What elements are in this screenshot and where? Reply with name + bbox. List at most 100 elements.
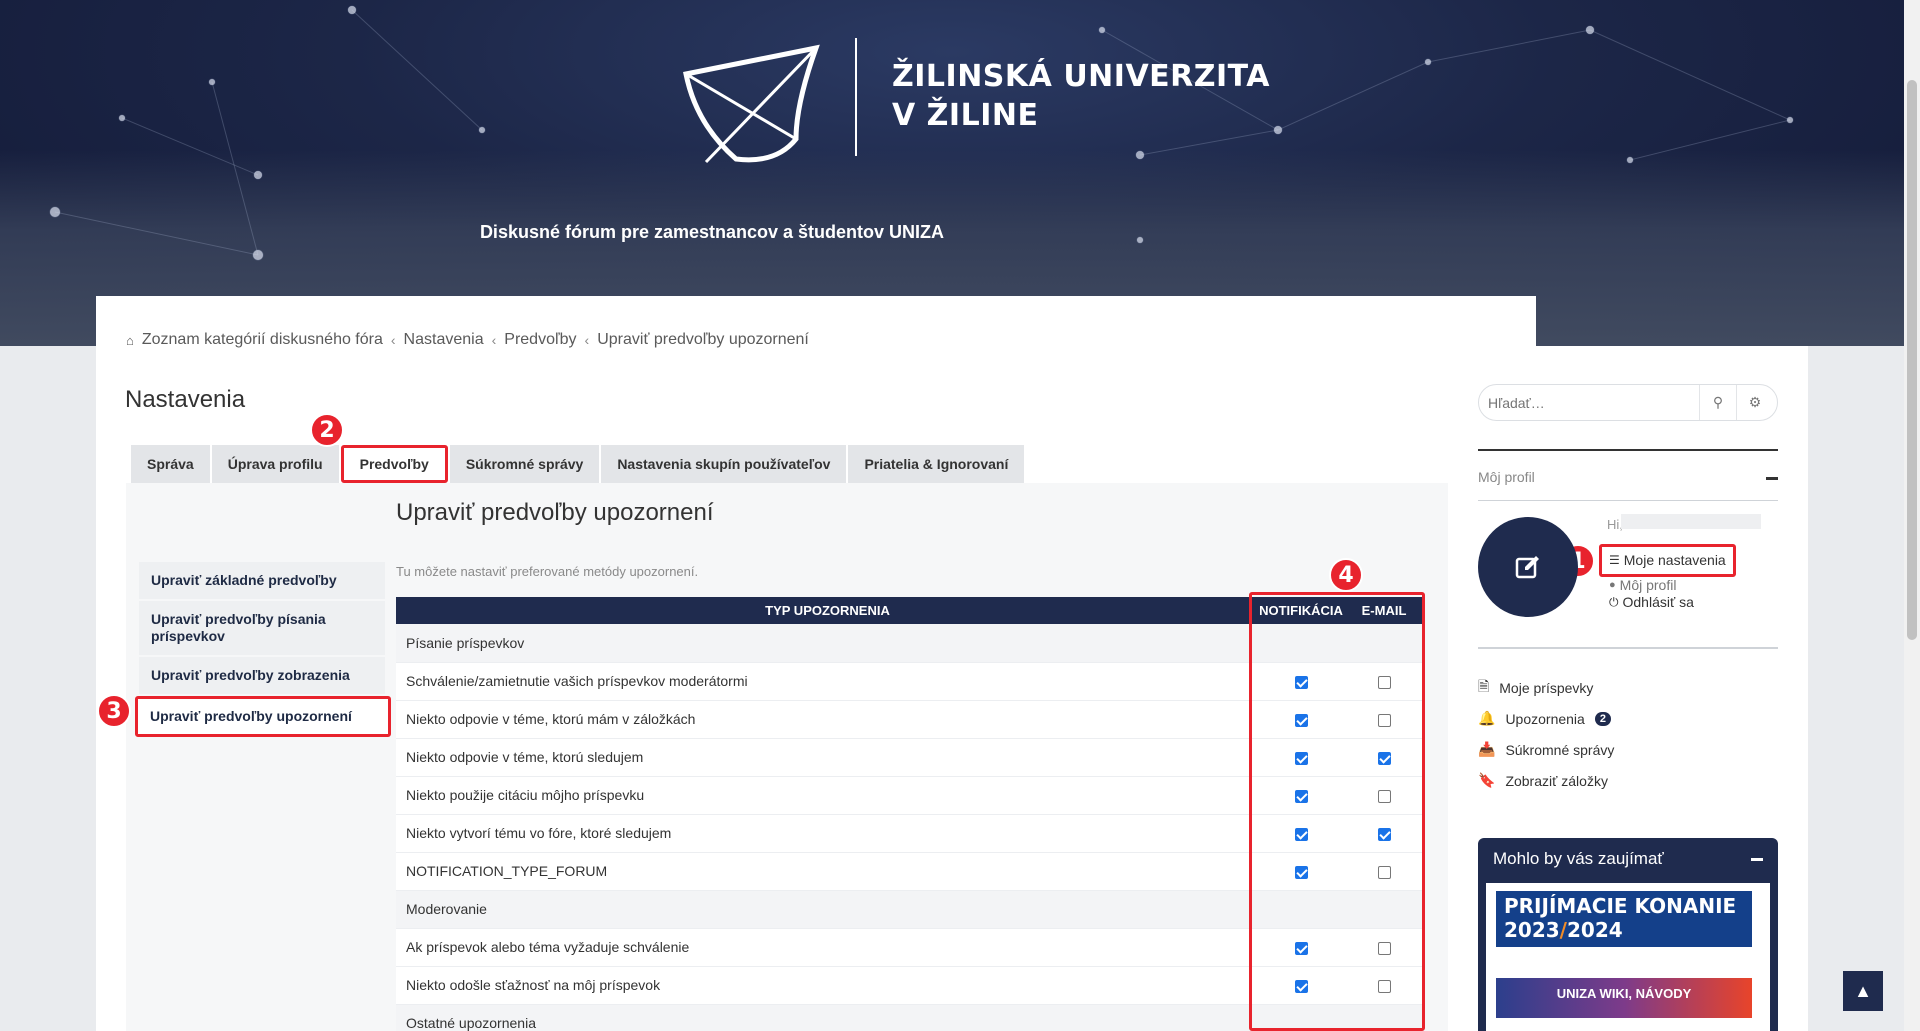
university-name-line2: V ŽILINE: [892, 98, 1039, 133]
tab-sprava[interactable]: Správa: [131, 445, 210, 483]
page-title: Nastavenia: [125, 386, 246, 413]
interest-header[interactable]: Mohlo by vás zaujímať: [1478, 838, 1778, 880]
notification-checkbox[interactable]: [1294, 675, 1308, 689]
menu-item-posting[interactable]: Upraviť predvoľby písania príspevkov: [139, 601, 385, 655]
email-checkbox[interactable]: [1377, 675, 1391, 689]
notification-checkbox[interactable]: [1294, 751, 1308, 765]
logo-divider: [855, 38, 857, 156]
notification-checkbox[interactable]: [1294, 827, 1308, 841]
username-redacted: [1621, 514, 1761, 529]
my-settings-link[interactable]: ☰ Moje nastavenia: [1599, 544, 1736, 577]
bookmarks-label: Zobraziť záložky: [1505, 772, 1608, 789]
interest-widget: Mohlo by vás zaujímať PRIJÍMACIE KONANIE…: [1478, 838, 1778, 1031]
notification-checkbox[interactable]: [1294, 713, 1308, 727]
notification-type-label: NOTIFICATION_TYPE_FORUM: [396, 852, 1259, 891]
table-row: Schválenie/zamietnutie vašich príspevkov…: [396, 662, 1425, 701]
email-cell: [1343, 624, 1425, 663]
breadcrumb-item-settings[interactable]: Nastavenia: [404, 331, 484, 349]
bookmarks-link[interactable]: 🔖 Zobraziť záložky: [1478, 765, 1614, 796]
my-profile-header[interactable]: Môj profil: [1478, 449, 1778, 485]
notification-type-label: Niekto odpovie v téme, ktorú mám v zálož…: [396, 700, 1259, 739]
notification-type-label: Ak príspevok alebo téma vyžaduje schvále…: [396, 928, 1259, 967]
notification-cell: [1259, 662, 1343, 701]
email-checkbox[interactable]: [1377, 979, 1391, 993]
col-header-email: E-MAIL: [1343, 597, 1425, 624]
notification-type-label: Niekto odošle sťažnosť na môj príspevok: [396, 966, 1259, 1005]
collapse-icon[interactable]: [1751, 857, 1763, 861]
notification-cell: [1259, 928, 1343, 967]
notification-cell: [1259, 852, 1343, 891]
col-header-type: TYP UPOZORNENIA: [396, 597, 1259, 624]
breadcrumb-item-preferences[interactable]: Predvoľby: [504, 331, 576, 349]
wiki-banner[interactable]: UNIZA WIKI, NÁVODY: [1496, 978, 1752, 1018]
group-label: Moderovanie: [396, 890, 1259, 929]
interest-body: PRIJÍMACIE KONANIE 2023/2024 UNIZA WIKI,…: [1486, 883, 1770, 1031]
email-cell: [1343, 662, 1425, 701]
email-checkbox[interactable]: [1377, 865, 1391, 879]
tab-priatelia-ignorovani[interactable]: Priatelia & Ignorovaní: [848, 445, 1025, 483]
notification-cell: [1259, 776, 1343, 815]
notifications-link[interactable]: 🔔 Upozornenia 2: [1478, 703, 1614, 734]
notification-checkbox[interactable]: [1294, 941, 1308, 955]
menu-item-basic[interactable]: Upraviť základné predvoľby: [139, 562, 385, 599]
menu-item-notifications[interactable]: Upraviť predvoľby upozornení: [135, 696, 391, 737]
scrollbar-thumb[interactable]: [1907, 80, 1917, 640]
group-label: Písanie príspevkov: [396, 624, 1259, 663]
advanced-search-button[interactable]: ⚙: [1736, 385, 1773, 420]
my-profile-link[interactable]: ● Môj profil: [1609, 577, 1736, 594]
notification-type-label: Niekto použije citáciu môjho príspevku: [396, 776, 1259, 815]
divider: [1478, 500, 1778, 501]
table-row: Niekto odpovie v téme, ktorú mám v zálož…: [396, 700, 1425, 739]
email-cell: [1343, 700, 1425, 739]
admission-banner[interactable]: PRIJÍMACIE KONANIE 2023/2024: [1496, 891, 1752, 947]
profile-links: ☰ Moje nastavenia ● Môj profil ⏻ Odhlási…: [1599, 544, 1736, 611]
logout-label: Odhlásiť sa: [1622, 594, 1694, 610]
search-button[interactable]: ⚲: [1699, 385, 1736, 420]
search-input[interactable]: [1479, 394, 1699, 411]
tab-sukromne-spravy[interactable]: Súkromné správy: [449, 445, 600, 483]
breadcrumb-item-current[interactable]: Upraviť predvoľby upozornení: [597, 331, 809, 349]
tab-uprava-profilu[interactable]: Úprava profilu: [211, 445, 339, 483]
breadcrumb-item-forum[interactable]: Zoznam kategórií diskusného fóra: [142, 331, 383, 349]
my-posts-link[interactable]: 🗎 Moje príspevky: [1478, 672, 1614, 703]
inbox-icon: 📥: [1478, 741, 1496, 757]
tab-nastavenia-skupin[interactable]: Nastavenia skupín používateľov: [601, 445, 847, 483]
notification-cell: [1259, 1004, 1343, 1031]
notification-cell: [1259, 624, 1343, 663]
my-posts-label: Moje príspevky: [1499, 679, 1594, 696]
notification-table: TYP UPOZORNENIA NOTIFIKÁCIA E-MAIL Písan…: [396, 597, 1425, 1031]
private-messages-link[interactable]: 📥 Súkromné správy: [1478, 734, 1614, 765]
email-checkbox[interactable]: [1377, 941, 1391, 955]
notification-cell: [1259, 814, 1343, 853]
table-group-row: Písanie príspevkov: [396, 624, 1425, 663]
tab-predvolby[interactable]: Predvoľby: [340, 445, 448, 483]
notification-cell: [1259, 738, 1343, 777]
section-title: Upraviť predvoľby upozornení: [396, 499, 714, 526]
notification-checkbox[interactable]: [1294, 865, 1308, 879]
collapse-icon[interactable]: [1766, 477, 1778, 480]
university-name: ŽILINSKÁ UNIVERZITA V ŽILINE: [892, 57, 1270, 135]
email-checkbox[interactable]: [1377, 827, 1391, 841]
email-checkbox[interactable]: [1377, 751, 1391, 765]
forum-subtitle: Diskusné fórum pre zamestnancov a študen…: [479, 222, 945, 242]
search-icon: ⚲: [1712, 394, 1724, 410]
network-pattern: [49, 5, 1794, 261]
logout-link[interactable]: ⏻ Odhlásiť sa: [1609, 594, 1736, 611]
menu-item-display[interactable]: Upraviť predvoľby zobrazenia: [139, 657, 385, 694]
notification-checkbox[interactable]: [1294, 789, 1308, 803]
interest-title: Mohlo by vás zaujímať: [1493, 849, 1664, 868]
scroll-to-top-button[interactable]: ▲: [1843, 971, 1883, 1011]
notification-checkbox[interactable]: [1294, 979, 1308, 993]
admission-year-start: 2023: [1504, 918, 1560, 942]
scrollbar[interactable]: [1904, 0, 1920, 1031]
breadcrumb: ⌂ Zoznam kategórií diskusného fóra ‹ Nas…: [126, 331, 809, 349]
notification-type-label: Niekto odpovie v téme, ktorú sledujem: [396, 738, 1259, 777]
email-checkbox[interactable]: [1377, 713, 1391, 727]
avatar[interactable]: [1478, 517, 1578, 617]
email-cell: [1343, 966, 1425, 1005]
my-profile-label: Môj profil: [1619, 577, 1677, 593]
university-name-line1: ŽILINSKÁ UNIVERZITA: [892, 59, 1271, 94]
email-checkbox[interactable]: [1377, 789, 1391, 803]
table-row: Niekto použije citáciu môjho príspevku: [396, 776, 1425, 815]
user-icon: ●: [1609, 579, 1616, 591]
